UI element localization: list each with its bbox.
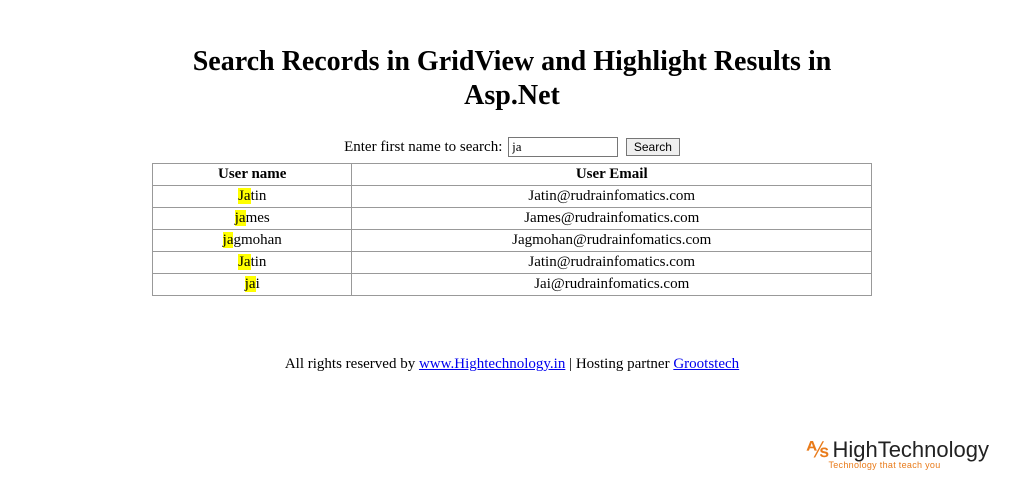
search-input[interactable] (508, 137, 618, 157)
table-row: Jatin Jatin@rudrainfomatics.com (153, 186, 872, 208)
name-rest: mes (246, 210, 270, 226)
logo-tagline: Technology that teach you (828, 461, 989, 470)
page-title: Search Records in GridView and Highlight… (152, 45, 872, 112)
logo: ⅍HighTechnology Technology that teach yo… (806, 439, 989, 470)
table-header-row: User name User Email (153, 164, 872, 186)
cell-username: Jatin (153, 186, 352, 208)
logo-text: HighTechnology (832, 437, 989, 462)
cell-email: Jai@rudrainfomatics.com (352, 274, 872, 296)
footer-text: All rights reserved by www.Hightechnolog… (152, 356, 872, 373)
results-table: User name User Email Jatin Jatin@rudrain… (152, 163, 872, 296)
footer-link-grootstech[interactable]: Grootstech (673, 356, 739, 372)
cell-username: jai (153, 274, 352, 296)
footer-link-hightechnology[interactable]: www.Hightechnology.in (419, 356, 565, 372)
highlight: Ja (238, 188, 251, 204)
cell-username: jagmohan (153, 230, 352, 252)
col-header-username: User name (153, 164, 352, 186)
search-label: Enter first name to search: (344, 139, 502, 155)
cell-email: Jagmohan@rudrainfomatics.com (352, 230, 872, 252)
logo-main: ⅍HighTechnology (806, 439, 989, 461)
table-row: jagmohan Jagmohan@rudrainfomatics.com (153, 230, 872, 252)
highlight: Ja (238, 254, 251, 270)
cell-email: Jatin@rudrainfomatics.com (352, 252, 872, 274)
footer-mid: | Hosting partner (565, 356, 673, 372)
name-rest: gmohan (233, 232, 281, 248)
table-row: james James@rudrainfomatics.com (153, 208, 872, 230)
footer-prefix: All rights reserved by (285, 356, 419, 372)
highlight: ja (235, 210, 246, 226)
table-row: jai Jai@rudrainfomatics.com (153, 274, 872, 296)
name-rest: tin (251, 188, 267, 204)
table-row: Jatin Jatin@rudrainfomatics.com (153, 252, 872, 274)
search-row: Enter first name to search: Search (152, 137, 872, 157)
highlight: ja (223, 232, 234, 248)
logo-accent-icon: ⅍ (806, 437, 828, 462)
cell-email: James@rudrainfomatics.com (352, 208, 872, 230)
col-header-useremail: User Email (352, 164, 872, 186)
name-rest: i (256, 276, 260, 292)
name-rest: tin (251, 254, 267, 270)
highlight: ja (245, 276, 256, 292)
cell-username: james (153, 208, 352, 230)
cell-username: Jatin (153, 252, 352, 274)
cell-email: Jatin@rudrainfomatics.com (352, 186, 872, 208)
search-button[interactable]: Search (626, 138, 680, 156)
